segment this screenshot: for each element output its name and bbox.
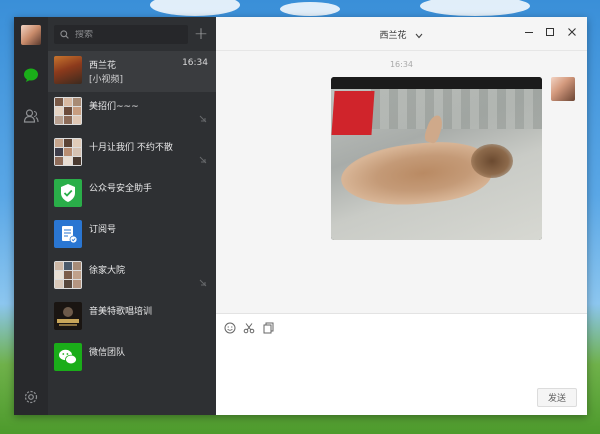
message-timestamp: 16:34 xyxy=(389,60,414,69)
chat-name: 西兰花 xyxy=(89,61,117,71)
chat-name: 公众号安全助手 xyxy=(89,184,153,194)
chat-icon[interactable] xyxy=(23,67,39,83)
chat-name: 微信团队 xyxy=(89,348,126,358)
chat-item-group-3[interactable]: 徐家大院 xyxy=(48,256,216,297)
mute-icon xyxy=(199,115,207,123)
group-avatar xyxy=(54,97,82,125)
chat-time: 16:34 xyxy=(182,58,208,68)
chat-name: 音美特歌唱培训 xyxy=(89,307,153,317)
wechat-window: + 西兰花 [小视频] 16:34 美招们~~~ xyxy=(14,17,587,415)
video-red-banner xyxy=(331,91,375,135)
chat-avatar xyxy=(54,56,82,84)
chevron-down-icon xyxy=(416,33,423,38)
conversation-header: 西兰花 xyxy=(216,17,587,51)
user-avatar[interactable] xyxy=(21,25,41,45)
chat-item-subscriptions[interactable]: 订阅号 xyxy=(48,215,216,256)
chat-name: 订阅号 xyxy=(89,225,117,235)
composer-toolbar xyxy=(216,313,587,341)
desktop-cloud xyxy=(280,2,340,16)
nav-bar xyxy=(14,17,48,415)
send-button[interactable]: 发送 xyxy=(537,388,577,407)
search-row: + xyxy=(48,17,216,51)
message-composer[interactable]: 发送 xyxy=(216,341,587,415)
conversation-panel: 西兰花 16:34 发送 xyxy=(216,17,587,415)
chat-item-wechat-team[interactable]: 微信团队 xyxy=(48,338,216,379)
contacts-icon[interactable] xyxy=(23,108,39,124)
conversation-title: 西兰花 xyxy=(379,31,407,41)
maximize-icon[interactable] xyxy=(544,26,556,38)
video-thumbnail xyxy=(331,89,542,240)
chat-item-security-assistant[interactable]: 公众号安全助手 xyxy=(48,174,216,215)
settings-icon[interactable] xyxy=(23,389,39,405)
desktop-cloud xyxy=(150,0,240,16)
close-icon[interactable] xyxy=(566,26,578,38)
file-icon[interactable] xyxy=(262,322,274,334)
minimize-icon[interactable] xyxy=(523,26,535,38)
chat-item-intimate-singing[interactable]: 音美特歌唱培训 xyxy=(48,297,216,338)
chat-item-xilanhua[interactable]: 西兰花 [小视频] 16:34 xyxy=(48,51,216,92)
chat-name: 十月让我们 不约不散 xyxy=(89,143,173,153)
video-dog-body xyxy=(338,136,494,212)
emoji-icon[interactable] xyxy=(224,322,236,334)
video-wall xyxy=(371,89,542,129)
wechat-team-icon xyxy=(54,343,82,371)
chat-item-group-1[interactable]: 美招们~~~ xyxy=(48,92,216,133)
group-avatar xyxy=(54,261,82,289)
mute-icon xyxy=(199,156,207,164)
brand-avatar xyxy=(54,302,82,330)
search-input[interactable] xyxy=(75,29,175,40)
search-icon xyxy=(60,30,69,39)
add-button[interactable]: + xyxy=(192,25,210,43)
desktop-cloud xyxy=(420,0,530,16)
shield-icon xyxy=(54,179,82,207)
mute-icon xyxy=(199,279,207,287)
chat-name: 美招们~~~ xyxy=(89,102,139,112)
chat-name: 徐家大院 xyxy=(89,266,126,276)
video-dog-head xyxy=(471,144,513,178)
search-box[interactable] xyxy=(54,25,188,44)
group-avatar xyxy=(54,138,82,166)
chat-list-panel: + 西兰花 [小视频] 16:34 美招们~~~ xyxy=(48,17,216,415)
sender-avatar[interactable] xyxy=(551,77,575,101)
chat-item-group-2[interactable]: 十月让我们 不约不散 xyxy=(48,133,216,174)
video-letterbox xyxy=(331,77,542,89)
video-message[interactable] xyxy=(331,77,542,240)
subscription-icon xyxy=(54,220,82,248)
chat-preview: [小视频] xyxy=(89,75,124,85)
scissors-icon[interactable] xyxy=(243,322,255,334)
